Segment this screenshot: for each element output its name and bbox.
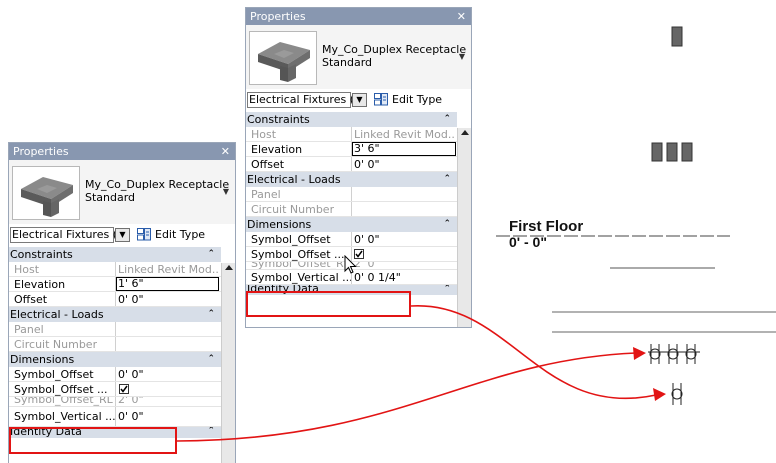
duplex-receptacle-symbol-icon xyxy=(648,344,700,364)
arrowhead xyxy=(633,347,646,360)
duplex-receptacle-symbol-icon xyxy=(671,383,683,405)
drawing-canvas xyxy=(176,26,776,442)
symbol-block xyxy=(681,142,693,162)
symbol-block xyxy=(666,142,678,162)
symbol-block xyxy=(671,26,683,47)
arrowhead xyxy=(653,388,666,401)
callout-arrow-upper xyxy=(410,305,657,400)
symbol-block xyxy=(651,142,663,162)
callout-arrow-lower xyxy=(176,352,637,442)
